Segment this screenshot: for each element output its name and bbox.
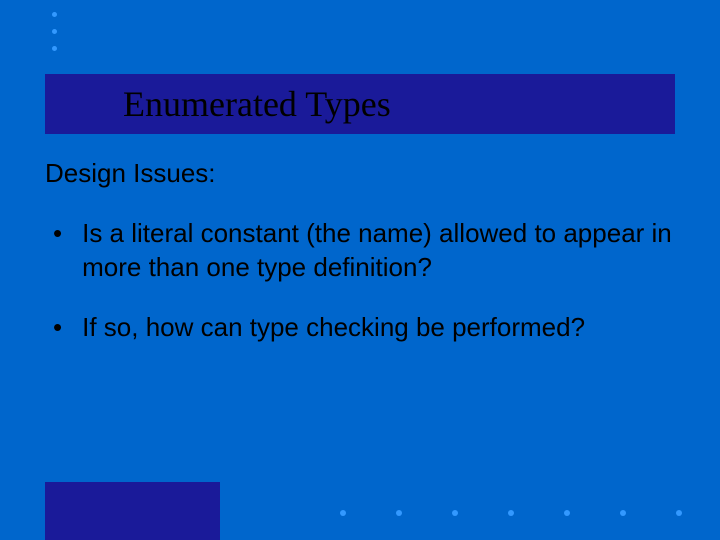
bullet-text: Is a literal constant (the name) allowed…	[82, 217, 685, 285]
decorative-dots-bottom	[340, 510, 682, 516]
dot-icon	[564, 510, 570, 516]
dot-icon	[340, 510, 346, 516]
bullet-text: If so, how can type checking be performe…	[82, 311, 685, 345]
dot-icon	[396, 510, 402, 516]
dot-icon	[508, 510, 514, 516]
slide-title: Enumerated Types	[123, 83, 391, 125]
dot-icon	[676, 510, 682, 516]
subheading: Design Issues:	[45, 158, 685, 189]
bullet-list: • Is a literal constant (the name) allow…	[45, 217, 685, 344]
title-bar: Enumerated Types	[45, 74, 675, 134]
dot-icon	[52, 29, 57, 34]
list-item: • If so, how can type checking be perfor…	[45, 311, 685, 345]
slide-content: Design Issues: • Is a literal constant (…	[45, 158, 685, 370]
dot-icon	[52, 46, 57, 51]
dot-icon	[452, 510, 458, 516]
bullet-marker-icon: •	[45, 311, 82, 345]
bullet-marker-icon: •	[45, 217, 82, 285]
list-item: • Is a literal constant (the name) allow…	[45, 217, 685, 285]
dot-icon	[620, 510, 626, 516]
dot-icon	[52, 12, 57, 17]
decorative-dots-top	[52, 12, 57, 51]
footer-block	[45, 482, 220, 540]
